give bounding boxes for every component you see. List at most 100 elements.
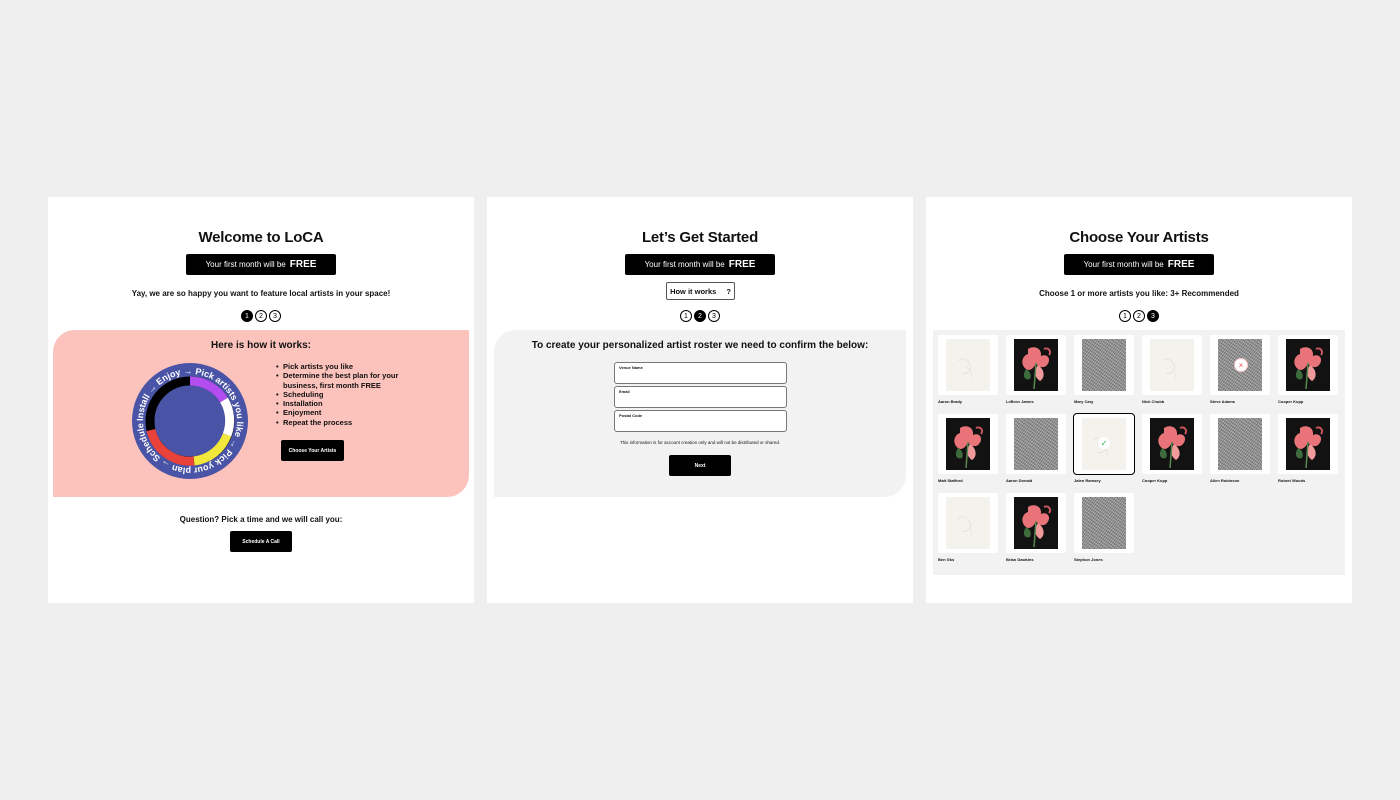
artwork-thumbnail xyxy=(946,497,990,549)
artist-card[interactable]: ✓ xyxy=(1073,413,1135,475)
field-label: Postal Code xyxy=(619,413,643,418)
artist-name: Aaron Brady xyxy=(938,399,963,404)
step-2[interactable]: 2 xyxy=(255,310,267,322)
artist-card[interactable] xyxy=(1074,335,1134,395)
venue-name-field[interactable]: Venue Name xyxy=(614,362,787,384)
step-2[interactable]: 2 xyxy=(1133,310,1145,322)
step-1[interactable]: 1 xyxy=(680,310,692,322)
email-field[interactable]: Email xyxy=(614,386,787,408)
process-dial-graphic: Install → Enjoy → Pick artists you like … xyxy=(131,362,248,479)
artwork-thumbnail xyxy=(1014,418,1058,470)
artist-name: Cooper Kupp xyxy=(1278,399,1304,404)
artist-card[interactable] xyxy=(1142,335,1202,395)
list-item: Determine the best plan for your busines… xyxy=(276,371,416,390)
artwork-thumbnail xyxy=(1014,497,1058,549)
list-item: Enjoyment xyxy=(276,408,416,418)
form-card: To create your personalized artist roste… xyxy=(494,330,906,497)
step-3[interactable]: 3 xyxy=(269,310,281,322)
artwork-thumbnail xyxy=(1286,339,1330,391)
artist-name: Stephon Jones xyxy=(1074,557,1103,562)
badge-free: FREE xyxy=(1167,259,1195,270)
artist-name: Steve Adams xyxy=(1210,399,1235,404)
step-3[interactable]: 3 xyxy=(708,310,720,322)
question-icon: ? xyxy=(726,286,731,296)
artist-card[interactable] xyxy=(1006,335,1066,395)
venue-name-input[interactable] xyxy=(618,371,778,377)
field-label: Email xyxy=(619,389,630,394)
dial-center xyxy=(155,386,225,456)
how-it-works-button[interactable]: How it works ? xyxy=(666,282,735,300)
list-item: Repeat the process xyxy=(276,418,416,428)
postal-code-input[interactable] xyxy=(618,419,778,425)
artwork-thumbnail xyxy=(1082,497,1126,549)
artist-card[interactable] xyxy=(938,493,998,553)
step-1[interactable]: 1 xyxy=(241,310,253,322)
email-input[interactable] xyxy=(618,395,778,401)
how-it-works-card: Here is how it works: Install → Enjoy → … xyxy=(53,330,469,497)
badge-text: Your first month will be xyxy=(644,260,725,269)
artist-card[interactable] xyxy=(938,414,998,474)
artist-card[interactable] xyxy=(1006,493,1066,553)
artist-name: Robert Woods xyxy=(1278,478,1306,483)
artist-name: Matt Stafford xyxy=(938,478,963,483)
badge-free: FREE xyxy=(728,259,756,270)
artwork-thumbnail xyxy=(1014,339,1058,391)
step-1[interactable]: 1 xyxy=(1119,310,1131,322)
schedule-call-button[interactable]: Schedule A Call xyxy=(230,531,292,552)
welcome-message: Yay, we are so happy you want to feature… xyxy=(131,289,391,298)
artist-name: Brian Dawkins xyxy=(1006,557,1034,562)
call-question: Question? Pick a time and we will call y… xyxy=(179,515,343,524)
choose-artists-button[interactable]: Choose Your Artists xyxy=(281,440,344,461)
postal-code-field[interactable]: Postal Code xyxy=(614,410,787,432)
artwork-thumbnail xyxy=(1286,418,1330,470)
field-label: Venue Name xyxy=(619,365,643,370)
artist-name: Cooper Kupp xyxy=(1142,478,1168,483)
page-title: Choose Your Artists xyxy=(1069,229,1209,246)
artist-card[interactable] xyxy=(1278,335,1338,395)
choose-artists-panel: Choose Your Artists Your first month wil… xyxy=(926,197,1352,603)
step-indicator: 1 2 3 xyxy=(487,310,913,322)
list-item: Pick artists you like xyxy=(276,362,416,372)
artist-name: LeBron James xyxy=(1006,399,1034,404)
badge-text: Your first month will be xyxy=(1083,260,1164,269)
free-month-badge: Your first month will be FREE xyxy=(625,254,775,275)
artist-name: Ben Gks xyxy=(938,557,955,562)
artist-card[interactable] xyxy=(1142,414,1202,474)
step-indicator: 1 2 3 xyxy=(926,310,1352,322)
artist-name: Aaron Donald xyxy=(1006,478,1033,483)
step-3[interactable]: 3 xyxy=(1147,310,1159,322)
how-it-works-title: Here is how it works: xyxy=(210,340,312,351)
artwork-thumbnail xyxy=(1082,339,1126,391)
list-item: Scheduling xyxy=(276,390,416,400)
artwork-thumbnail xyxy=(1218,418,1262,470)
page-title: Let’s Get Started xyxy=(641,229,759,246)
badge-free: FREE xyxy=(289,259,317,270)
badge-text: Your first month will be xyxy=(205,260,286,269)
artist-name: Mary Cary xyxy=(1074,399,1094,404)
welcome-panel: Welcome to LoCA Your first month will be… xyxy=(48,197,474,603)
artist-card[interactable]: × xyxy=(1210,335,1270,395)
artist-card[interactable] xyxy=(938,335,998,395)
artwork-thumbnail xyxy=(946,418,990,470)
next-button[interactable]: Next xyxy=(669,455,731,476)
how-it-works-label: How it works xyxy=(670,286,717,296)
free-month-badge: Your first month will be FREE xyxy=(1064,254,1214,275)
remove-icon[interactable]: × xyxy=(1234,358,1248,372)
get-started-panel: Let’s Get Started Your first month will … xyxy=(487,197,913,603)
artist-grid: Aaron Brady LeBron James Mary Cary Nick Chu… xyxy=(933,330,1345,575)
artist-card[interactable] xyxy=(1074,493,1134,553)
artist-name: Nick Chubb xyxy=(1142,399,1165,404)
artist-name: Allen Robinson xyxy=(1210,478,1240,483)
how-it-works-list: Pick artists you like Determine the best… xyxy=(276,362,416,427)
form-title: To create your personalized artist roste… xyxy=(531,340,869,351)
artist-card[interactable] xyxy=(1278,414,1338,474)
page-title: Welcome to LoCA xyxy=(198,229,324,246)
artwork-thumbnail xyxy=(1150,339,1194,391)
free-month-badge: Your first month will be FREE xyxy=(186,254,336,275)
artist-card[interactable] xyxy=(1006,414,1066,474)
list-item: Installation xyxy=(276,399,416,409)
artist-card[interactable] xyxy=(1210,414,1270,474)
artwork-thumbnail xyxy=(946,339,990,391)
step-2[interactable]: 2 xyxy=(694,310,706,322)
privacy-note: This information is for account creation… xyxy=(619,440,781,445)
